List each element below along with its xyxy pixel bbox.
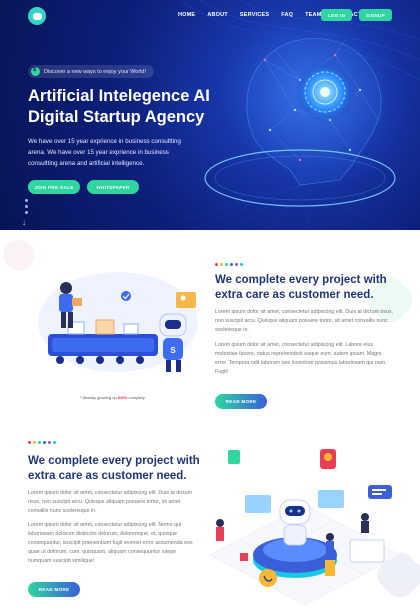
nav-faq[interactable]: FAQ [281, 12, 293, 18]
color-dots-divider [28, 441, 56, 444]
read-more-button[interactable]: READ MORE [215, 394, 267, 409]
caption-prefix: * Already growing up [80, 395, 117, 400]
signup-button[interactable]: SIGNUP [359, 9, 392, 21]
hero-section: HOME ABOUT SERVICES FAQ TEAM CONTACT LOG… [0, 0, 420, 230]
hero-description: We have over 15 year exprience in busine… [28, 138, 181, 167]
hero-title-line2: Digital Startup Agency [28, 108, 205, 126]
slider-dot[interactable] [25, 199, 28, 202]
hero-title: Artificial Intelegence AI Digital Startu… [28, 86, 228, 128]
section2-paragraph1: Lorem ipsum dolor sit amet, consectetur … [215, 309, 394, 333]
isometric-robot-illustration [209, 449, 401, 605]
caption-suffix: company [128, 395, 145, 400]
section3-paragraph1: Lorem ipsum dolor sit amet, consectetur … [28, 490, 192, 514]
announcement-text: Discover a new ways to enjoy your World! [44, 68, 146, 75]
slider-dot[interactable] [25, 205, 28, 208]
slider-dot[interactable] [25, 211, 28, 214]
section3-paragraph2: Lorem ipsum dolor sit amet, consectetur … [28, 522, 193, 564]
section3-title: We complete every project with extra car… [28, 455, 200, 482]
growth-caption: * Already growing up $25K company [80, 395, 145, 400]
scroll-down-icon[interactable]: ↓ [22, 218, 26, 227]
whitepaper-button[interactable]: WHITEPAPER [87, 180, 139, 194]
section2-title: We complete every project with extra car… [215, 274, 387, 301]
caption-amount: $25K [117, 395, 128, 400]
coin-icon [31, 67, 40, 76]
team-robot-illustration: S [38, 272, 198, 372]
nav-services[interactable]: SERVICES [240, 12, 269, 18]
join-presale-button[interactable]: JOIN PRE-SALE [28, 180, 80, 194]
read-more-button[interactable]: READ MORE [28, 582, 80, 597]
hero-title-line1: Artificial Intelegence AI [28, 87, 210, 105]
login-button[interactable]: LOG IN [321, 9, 352, 21]
color-dots-divider [215, 263, 243, 266]
svg-text:S: S [170, 346, 176, 355]
slider-dots [25, 199, 28, 217]
section2-paragraph2: Lorem ipsum dolor sit amet, consectetur … [215, 342, 387, 375]
nav-team[interactable]: TEAM [305, 12, 321, 18]
nav-about[interactable]: ABOUT [207, 12, 228, 18]
brand-logo-icon[interactable] [28, 7, 46, 25]
nav-home[interactable]: HOME [178, 12, 195, 18]
announcement-pill: Discover a new ways to enjoy your World! [28, 65, 154, 78]
